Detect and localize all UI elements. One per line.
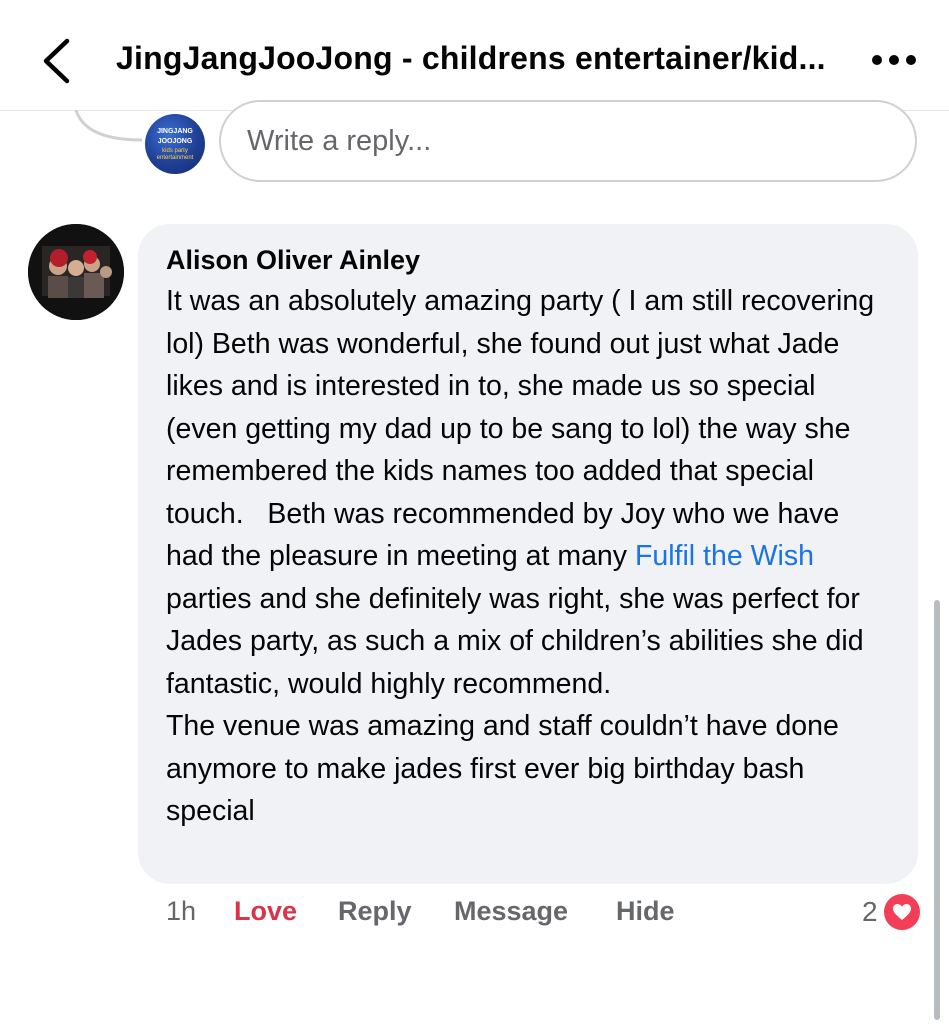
reply-input-placeholder: Write a reply... bbox=[247, 124, 432, 157]
thread-line bbox=[74, 110, 143, 142]
reply-button[interactable]: Reply bbox=[338, 896, 412, 927]
comment-timestamp: 1h bbox=[166, 896, 197, 926]
reply-input[interactable]: Write a reply... bbox=[219, 100, 917, 182]
commenter-photo bbox=[28, 224, 124, 320]
avatar-logo-subtext: kids party entertainment bbox=[156, 147, 194, 161]
love-reaction-badge bbox=[881, 892, 922, 932]
message-button[interactable]: Message bbox=[454, 896, 568, 927]
page-title: JingJangJooJong - childrens entertainer/… bbox=[116, 40, 826, 76]
more-options-button[interactable] bbox=[864, 42, 924, 78]
scrollbar[interactable] bbox=[934, 600, 940, 1020]
page-avatar[interactable]: JINGJANG JOOJONG kids party entertainmen… bbox=[145, 114, 205, 174]
reaction-summary[interactable]: 2 bbox=[862, 891, 922, 933]
chevron-left-icon bbox=[43, 38, 70, 84]
comment-text: It was an absolutely amazing party ( I a… bbox=[166, 280, 892, 833]
back-button[interactable] bbox=[34, 34, 78, 88]
top-bar: JingJangJooJong - childrens entertainer/… bbox=[0, 0, 949, 111]
reaction-count: 2 bbox=[862, 896, 878, 927]
more-horizontal-icon bbox=[872, 55, 916, 65]
love-button[interactable]: Love bbox=[234, 896, 297, 927]
hide-button[interactable]: Hide bbox=[616, 896, 675, 927]
fulfil-the-wish-link[interactable]: Fulfil the Wish bbox=[635, 540, 814, 572]
comment-bubble: Alison Oliver Ainley It was an absolutel… bbox=[138, 224, 918, 884]
comment-text-part2: parties and she definitely was right, sh… bbox=[166, 582, 864, 828]
heart-icon bbox=[892, 904, 911, 920]
avatar-logo-text: JINGJANG JOOJONG bbox=[157, 127, 193, 145]
comment-text-part1: It was an absolutely amazing party ( I a… bbox=[166, 285, 882, 572]
commenter-avatar[interactable] bbox=[28, 224, 124, 320]
comment-author[interactable]: Alison Oliver Ainley bbox=[166, 244, 420, 276]
